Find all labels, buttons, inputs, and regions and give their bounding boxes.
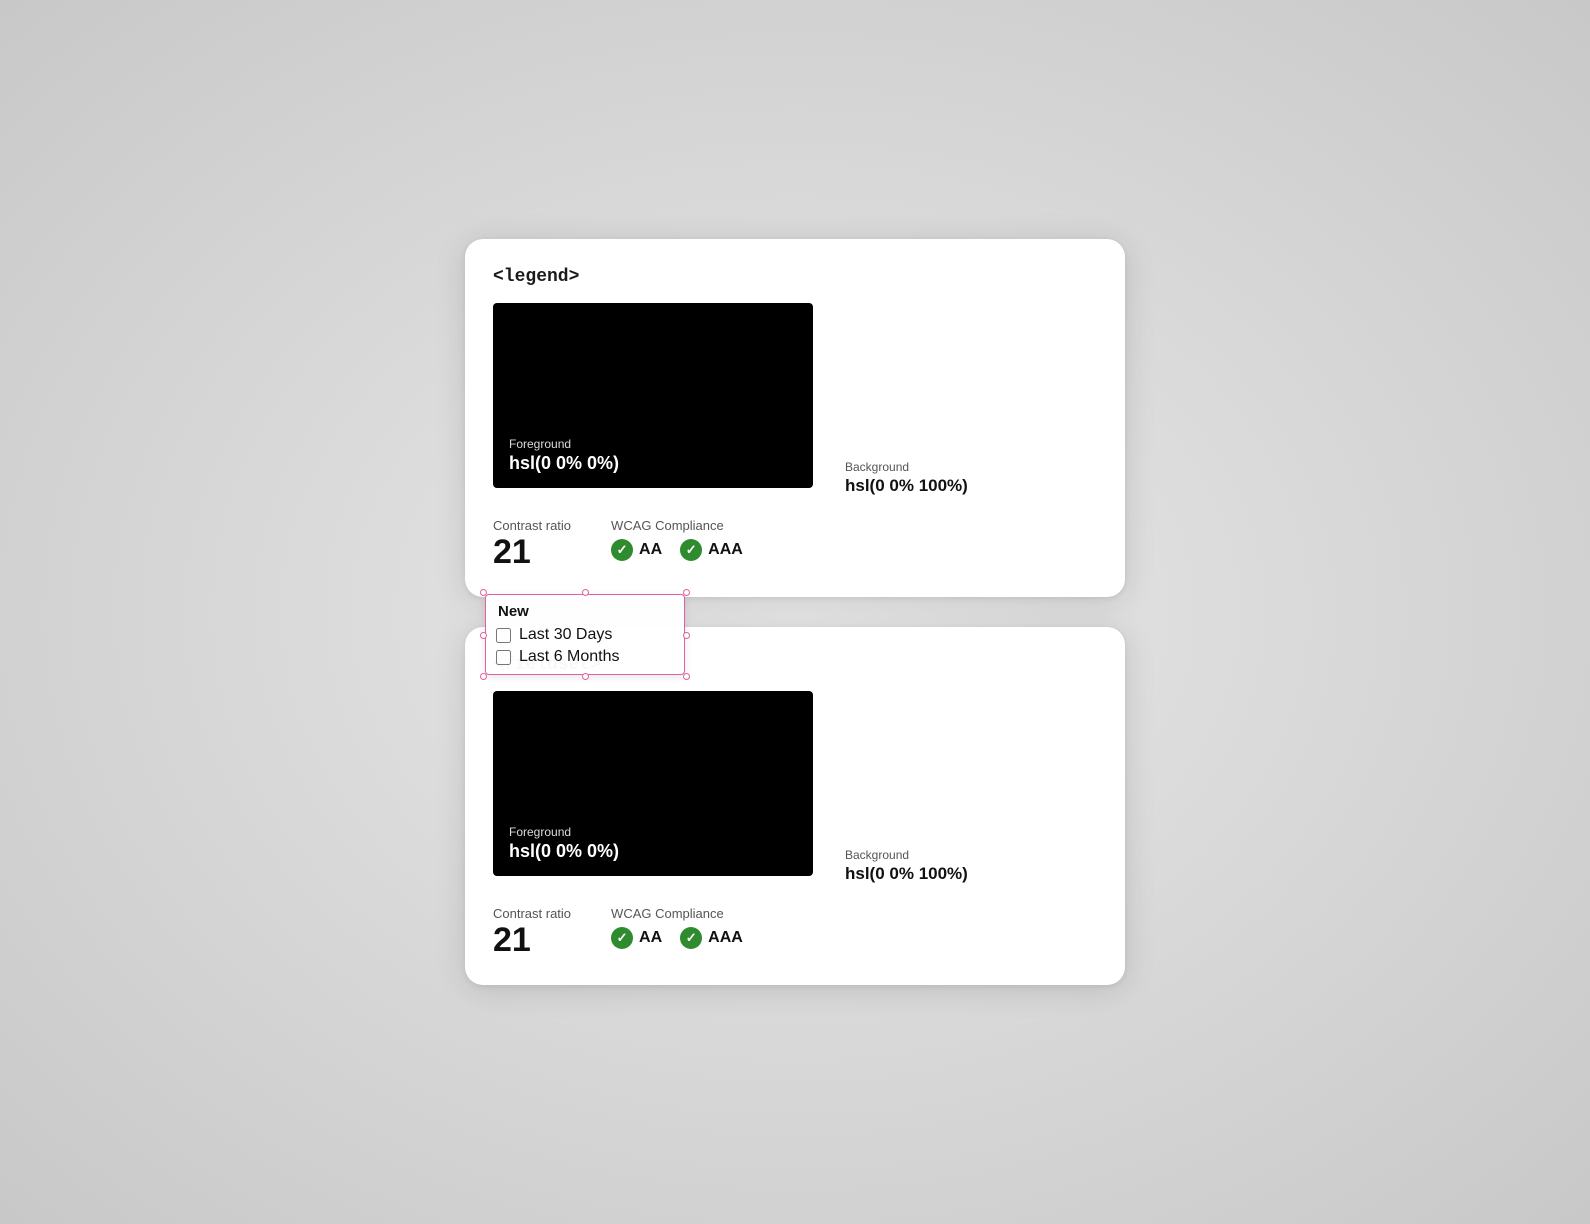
fieldset-wcag-badges: AA AAA (611, 927, 743, 949)
legend-bg-info: Background hsl(0 0% 100%) (845, 460, 968, 500)
fieldset-contrast-value: 21 (493, 923, 571, 957)
fieldset-preview-box-wrap: Foreground hsl(0 0% 0%) (493, 691, 813, 888)
fieldset-card: <fieldset> Foreground hsl(0 0% 0%) Backg… (465, 627, 1125, 985)
legend-wcag-aa-label: AA (639, 541, 662, 559)
legend-preview-box-wrap: Foreground hsl(0 0% 0%) (493, 303, 813, 500)
legend-wcag-aaa-label: AAA (708, 541, 743, 559)
legend-foreground-labels: Foreground hsl(0 0% 0%) (509, 437, 619, 474)
legend-wcag-aaa-badge: AAA (680, 539, 743, 561)
fieldset-wcag-block: WCAG Compliance AA AAA (611, 906, 743, 949)
fieldset-fg-value: hsl(0 0% 0%) (509, 841, 619, 862)
legend-wcag-badges: AA AAA (611, 539, 743, 561)
legend-card-title: <legend> (493, 267, 1097, 287)
fieldset-bg-value: hsl(0 0% 100%) (845, 864, 968, 884)
fieldset-wcag-aaa-badge: AAA (680, 927, 743, 949)
legend-card: <legend> Foreground hsl(0 0% 0%) Backgro… (465, 239, 1125, 597)
checkbox-last-6months[interactable]: Last 6 Months (496, 648, 672, 666)
legend-fg-value: hsl(0 0% 0%) (509, 453, 619, 474)
overlay-title: New (496, 603, 672, 620)
fieldset-wcag-aaa-label: AAA (708, 929, 743, 947)
legend-wcag-aa-icon (611, 539, 633, 561)
legend-preview-box: Foreground hsl(0 0% 0%) (493, 303, 813, 488)
checkbox-last30-input[interactable] (496, 628, 511, 643)
fieldset-wcag-aa-icon (611, 927, 633, 949)
legend-contrast-label: Contrast ratio (493, 518, 571, 533)
fieldset-contrast-block: Contrast ratio 21 (493, 906, 571, 957)
legend-bg-label: Background (845, 460, 968, 474)
fieldset-wcag-label: WCAG Compliance (611, 906, 743, 921)
fieldset-fg-label: Foreground (509, 825, 619, 839)
floating-overlay: New Last 30 Days Last 6 Months (485, 594, 685, 675)
checkbox-last6months-label[interactable]: Last 6 Months (519, 648, 620, 666)
fieldset-wcag-aa-label: AA (639, 929, 662, 947)
legend-bg-value: hsl(0 0% 100%) (845, 476, 968, 496)
legend-contrast-block: Contrast ratio 21 (493, 518, 571, 569)
checkbox-last30-label[interactable]: Last 30 Days (519, 626, 612, 644)
fieldset-bg-label: Background (845, 848, 968, 862)
legend-fg-label: Foreground (509, 437, 619, 451)
checkbox-last-30[interactable]: Last 30 Days (496, 626, 672, 644)
fieldset-preview-row: Foreground hsl(0 0% 0%) Background hsl(0… (493, 691, 1097, 888)
legend-wcag-aaa-icon (680, 539, 702, 561)
legend-wcag-block: WCAG Compliance AA AAA (611, 518, 743, 561)
fieldset-preview-box: Foreground hsl(0 0% 0%) (493, 691, 813, 876)
fieldset-bg-info: Background hsl(0 0% 100%) (845, 848, 968, 888)
legend-contrast-value: 21 (493, 535, 571, 569)
fieldset-foreground-labels: Foreground hsl(0 0% 0%) (509, 825, 619, 862)
fieldset-stats-row: Contrast ratio 21 WCAG Compliance AA AAA (493, 906, 1097, 957)
checkbox-last6months-input[interactable] (496, 650, 511, 665)
cards-wrapper: <legend> Foreground hsl(0 0% 0%) Backgro… (455, 239, 1135, 985)
legend-wcag-label: WCAG Compliance (611, 518, 743, 533)
selection-box: New Last 30 Days Last 6 Months (485, 594, 685, 675)
legend-stats-row: Contrast ratio 21 WCAG Compliance AA AAA (493, 518, 1097, 569)
legend-preview-row: Foreground hsl(0 0% 0%) Background hsl(0… (493, 303, 1097, 500)
legend-wcag-aa-badge: AA (611, 539, 662, 561)
fieldset-wcag-aa-badge: AA (611, 927, 662, 949)
fieldset-wcag-aaa-icon (680, 927, 702, 949)
fieldset-contrast-label: Contrast ratio (493, 906, 571, 921)
